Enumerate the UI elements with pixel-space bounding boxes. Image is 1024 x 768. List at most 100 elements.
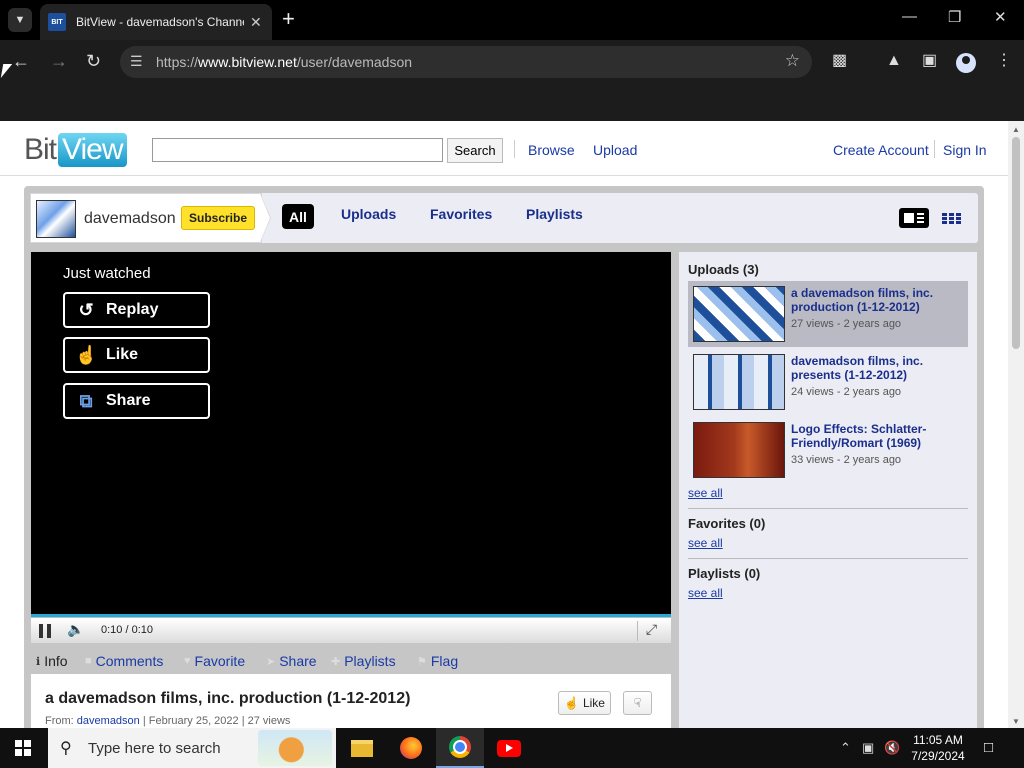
labs-flask-icon[interactable]: ▲ — [886, 52, 902, 70]
favorite-tab[interactable]: ♥ Favorite — [184, 653, 245, 669]
bookmark-star-icon[interactable]: ☆ — [785, 51, 800, 71]
player-share-button[interactable]: ⧉ Share — [63, 383, 210, 419]
upload-title[interactable]: a davemadson films, inc. production (1-1… — [791, 286, 961, 314]
sign-in-link[interactable]: Sign In — [943, 142, 987, 158]
reload-icon[interactable]: ↻ — [86, 51, 101, 71]
upload-list-item[interactable]: a davemadson films, inc. production (1-1… — [688, 281, 968, 347]
file-explorer-app[interactable] — [338, 728, 386, 768]
player-view-icon[interactable] — [899, 208, 929, 228]
flag-icon: ⚑ — [417, 655, 427, 668]
header-rule — [0, 175, 1008, 176]
tab-uploads[interactable]: Uploads — [341, 206, 396, 222]
url-path: /user/davemadson — [296, 54, 413, 70]
like-button[interactable]: ☝ Like — [558, 691, 611, 715]
page-scrollbar[interactable]: ▲ ▼ — [1008, 121, 1024, 728]
window-minimize-icon[interactable]: — — [902, 8, 917, 25]
network-icon[interactable]: ▣ — [862, 740, 874, 756]
share-icon: ⧉ — [79, 390, 93, 411]
video-player[interactable]: Just watched ↺ Replay ☝ Like ⧉ Share — [31, 252, 671, 614]
channel-name[interactable]: davemadson — [84, 210, 176, 228]
channel-identity-arrow-fill — [260, 194, 270, 242]
profile-avatar-icon[interactable] — [956, 53, 976, 73]
tab-all[interactable]: All — [282, 204, 314, 229]
video-thumbnail[interactable] — [693, 422, 785, 478]
menu-kebab-icon[interactable]: ⋮ — [996, 52, 1012, 70]
playlists-tab[interactable]: ✚ Playlists — [331, 653, 396, 669]
dislike-button[interactable]: ☟ — [623, 691, 652, 715]
clock-date: 7/29/2024 — [911, 749, 965, 763]
flag-tab[interactable]: ⚑ Flag — [417, 653, 458, 669]
browser-tab-active[interactable]: BIT BitView - davemadson's Channel ✕ — [40, 4, 272, 40]
uploads-see-all-link[interactable]: see all — [688, 486, 723, 500]
subscribe-button[interactable]: Subscribe — [181, 206, 256, 230]
extensions-puzzle-icon[interactable]: ▩ — [832, 52, 847, 70]
tab-favorites[interactable]: Favorites — [430, 206, 492, 222]
forward-arrow-icon[interactable]: → — [50, 51, 68, 71]
search-button[interactable]: Search — [447, 138, 503, 163]
tab-close-icon[interactable]: ✕ — [250, 14, 262, 31]
side-panel-icon[interactable]: ▣ — [922, 52, 937, 70]
video-thumbnail[interactable] — [693, 354, 785, 410]
youtube-icon — [497, 739, 521, 757]
video-info-tabs: ℹ Info ■ Comments ♥ Favorite ➤ Share ✚ Playli… — [31, 646, 671, 674]
video-thumbnail[interactable] — [693, 286, 785, 342]
playlists-heading[interactable]: Playlists (0) — [688, 566, 760, 581]
info-tab-label: Info — [44, 653, 68, 669]
playlists-see-all-link[interactable]: see all — [688, 586, 723, 600]
windows-taskbar: ⚲ Type here to search ⌃ ▣ 🔇 11:05 AM 7/2… — [0, 728, 1024, 768]
windows-start-icon[interactable] — [15, 740, 31, 756]
pause-icon[interactable] — [39, 624, 51, 638]
replay-button[interactable]: ↺ Replay — [63, 292, 210, 328]
bitview-logo[interactable]: Bit View — [24, 130, 127, 170]
window-close-icon[interactable]: ✕ — [994, 8, 1007, 26]
upload-link[interactable]: Upload — [593, 142, 637, 158]
scroll-down-arrow-icon[interactable]: ▼ — [1012, 717, 1020, 726]
tab-search-chevron-icon[interactable]: ▼ — [8, 8, 32, 32]
search-input[interactable] — [152, 138, 443, 162]
taskbar-clock[interactable]: 11:05 AM 7/29/2024 — [906, 732, 970, 764]
player-like-label: Like — [106, 346, 139, 363]
share-tab[interactable]: ➤ Share — [266, 653, 317, 669]
notification-center-icon[interactable]: □ — [984, 739, 993, 756]
share-arrow-icon: ➤ — [266, 655, 276, 668]
search-highlight-tiger-image[interactable] — [258, 730, 332, 766]
browse-link[interactable]: Browse — [528, 142, 575, 158]
create-account-link[interactable]: Create Account — [833, 142, 929, 158]
fullscreen-icon[interactable]: ⤢ — [637, 621, 665, 641]
favorites-see-all-link[interactable]: see all — [688, 536, 723, 550]
tab-playlists[interactable]: Playlists — [526, 206, 583, 222]
scrollbar-thumb[interactable] — [1012, 137, 1020, 349]
flag-tab-label: Flag — [430, 653, 459, 669]
chrome-app[interactable] — [436, 728, 484, 768]
channel-avatar[interactable] — [36, 200, 76, 238]
upload-list-item[interactable]: davemadson films, inc. presents (1-12-20… — [688, 349, 968, 415]
address-bar[interactable]: ☰ https://www.bitview.net/user/davemadso… — [120, 46, 812, 78]
back-arrow-icon[interactable]: ← — [12, 51, 30, 71]
tab-title: BitView - davemadson's Channel — [76, 15, 244, 29]
bitview-favicon-icon: BIT — [48, 13, 66, 31]
firefox-icon — [400, 737, 422, 759]
playlists-tab-label: Playlists — [344, 653, 396, 669]
scroll-up-arrow-icon[interactable]: ▲ — [1012, 125, 1020, 134]
upload-title[interactable]: davemadson films, inc. presents (1-12-20… — [791, 354, 961, 382]
comments-tab[interactable]: ■ Comments — [85, 653, 163, 669]
upload-list-item[interactable]: Logo Effects: Schlatter-Friendly/Romart … — [688, 417, 968, 483]
volume-icon[interactable]: 🔈 — [67, 621, 84, 638]
grid-view-icon[interactable] — [942, 212, 962, 224]
info-tab[interactable]: ℹ Info — [36, 653, 68, 669]
player-like-button[interactable]: ☝ Like — [63, 337, 210, 373]
firefox-app[interactable] — [387, 728, 435, 768]
bookmarks-bar-area — [0, 84, 1024, 121]
channel-container: davemadson Subscribe All Uploads Favorit… — [24, 186, 984, 728]
tray-chevron-up-icon[interactable]: ⌃ — [840, 740, 851, 756]
volume-muted-icon[interactable]: 🔇 — [884, 740, 900, 756]
upload-title[interactable]: Logo Effects: Schlatter-Friendly/Romart … — [791, 422, 961, 450]
uploader-link[interactable]: davemadson — [77, 715, 140, 727]
youtube-app[interactable] — [485, 728, 533, 768]
from-label: From: — [45, 715, 74, 727]
new-tab-plus-icon[interactable]: + — [282, 8, 295, 30]
favorites-heading[interactable]: Favorites (0) — [688, 516, 765, 531]
site-settings-icon[interactable]: ☰ — [130, 53, 143, 70]
uploads-heading[interactable]: Uploads (3) — [688, 262, 759, 277]
window-restore-icon[interactable]: ❐ — [948, 8, 961, 26]
